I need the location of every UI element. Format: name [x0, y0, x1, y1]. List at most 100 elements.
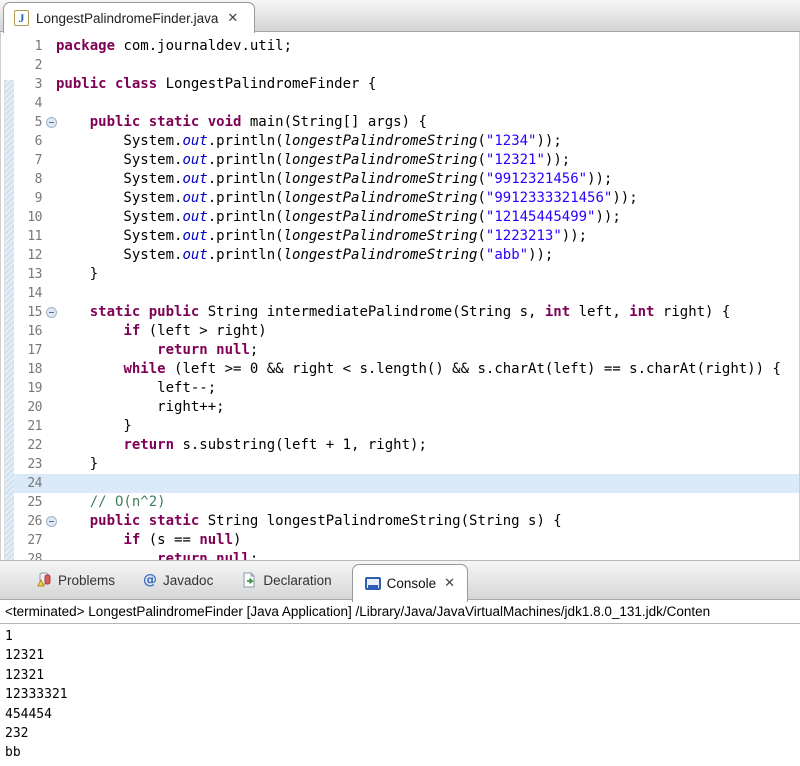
- code-line-16[interactable]: 16 if (left > right): [1, 322, 799, 341]
- code-line-6[interactable]: 6 System.out.println(longestPalindromeSt…: [1, 132, 799, 151]
- code-line-23[interactable]: 23 }: [1, 455, 799, 474]
- problems-icon: [36, 572, 52, 588]
- fold-column: [46, 208, 60, 227]
- fold-collapse-icon[interactable]: [46, 117, 57, 128]
- fold-collapse-icon[interactable]: [46, 516, 57, 527]
- code-line-14[interactable]: 14: [1, 284, 799, 303]
- editor-tab-bar: J LongestPalindromeFinder.java ✕: [0, 0, 800, 32]
- fold-column: [46, 113, 60, 132]
- fold-column: [46, 303, 60, 322]
- close-icon[interactable]: ✕: [227, 12, 238, 25]
- fold-column: [46, 37, 60, 56]
- code-text: }: [56, 417, 799, 436]
- code-text: }: [56, 455, 799, 474]
- code-line-4[interactable]: 4: [1, 94, 799, 113]
- code-text: left--;: [56, 379, 799, 398]
- fold-column: [46, 56, 60, 75]
- code-line-25[interactable]: 25 // O(n^2): [1, 493, 799, 512]
- code-line-12[interactable]: 12 System.out.println(longestPalindromeS…: [1, 246, 799, 265]
- code-text: public static void main(String[] args) {: [56, 113, 799, 132]
- line-number: 25: [1, 493, 42, 512]
- code-text: return s.substring(left + 1, right);: [56, 436, 799, 455]
- console-output-line: 1: [5, 627, 795, 646]
- fold-column: [46, 531, 60, 550]
- java-file-icon: J: [14, 10, 29, 26]
- line-number: 6: [1, 132, 42, 151]
- code-line-8[interactable]: 8 System.out.println(longestPalindromeSt…: [1, 170, 799, 189]
- code-line-17[interactable]: 17 return null;: [1, 341, 799, 360]
- code-line-2[interactable]: 2: [1, 56, 799, 75]
- line-number: 17: [1, 341, 42, 360]
- tab-declaration-label: Declaration: [263, 573, 331, 588]
- code-line-7[interactable]: 7 System.out.println(longestPalindromeSt…: [1, 151, 799, 170]
- fold-column: [46, 341, 60, 360]
- fold-column: [46, 493, 60, 512]
- line-number: 3: [1, 75, 42, 94]
- fold-column: [46, 550, 60, 560]
- line-number: 11: [1, 227, 42, 246]
- code-line-24[interactable]: 24: [1, 474, 799, 493]
- line-number: 18: [1, 360, 42, 379]
- code-line-20[interactable]: 20 right++;: [1, 398, 799, 417]
- line-number: 19: [1, 379, 42, 398]
- tab-problems-label: Problems: [58, 573, 115, 588]
- code-text: System.out.println(longestPalindromeStri…: [56, 170, 799, 189]
- line-number: 1: [1, 37, 42, 56]
- tab-declaration[interactable]: Declaration: [227, 561, 345, 599]
- line-number: 27: [1, 531, 42, 550]
- code-line-19[interactable]: 19 left--;: [1, 379, 799, 398]
- fold-column: [46, 227, 60, 246]
- fold-column: [46, 474, 60, 493]
- fold-column: [46, 246, 60, 265]
- tab-javadoc[interactable]: @ Javadoc: [129, 561, 227, 599]
- fold-column: [46, 398, 60, 417]
- code-line-1[interactable]: 1 package com.journaldev.util;: [1, 37, 799, 56]
- close-icon[interactable]: ✕: [444, 577, 455, 590]
- code-line-22[interactable]: 22 return s.substring(left + 1, right);: [1, 436, 799, 455]
- line-number: 24: [1, 474, 42, 493]
- line-number: 16: [1, 322, 42, 341]
- console-output-line: 12321: [5, 666, 795, 685]
- line-number: 20: [1, 398, 42, 417]
- code-line-3[interactable]: 3public class LongestPalindromeFinder {: [1, 75, 799, 94]
- code-text: package com.journaldev.util;: [56, 37, 799, 56]
- console-output-line: 12333321: [5, 685, 795, 704]
- code-text: System.out.println(longestPalindromeStri…: [56, 132, 799, 151]
- console-output-line: 232: [5, 724, 795, 743]
- code-line-21[interactable]: 21 }: [1, 417, 799, 436]
- code-line-26[interactable]: 26 public static String longestPalindrom…: [1, 512, 799, 531]
- code-line-10[interactable]: 10 System.out.println(longestPalindromeS…: [1, 208, 799, 227]
- line-number: 21: [1, 417, 42, 436]
- line-number: 9: [1, 189, 42, 208]
- code-line-15[interactable]: 15 static public String intermediatePali…: [1, 303, 799, 322]
- fold-column: [46, 322, 60, 341]
- fold-column: [46, 417, 60, 436]
- code-line-11[interactable]: 11 System.out.println(longestPalindromeS…: [1, 227, 799, 246]
- code-line-27[interactable]: 27 if (s == null): [1, 531, 799, 550]
- code-text: System.out.println(longestPalindromeStri…: [56, 246, 799, 265]
- fold-column: [46, 94, 60, 113]
- code-editor[interactable]: 1 package com.journaldev.util;23public cl…: [0, 32, 800, 560]
- fold-column: [46, 284, 60, 303]
- code-text: // O(n^2): [56, 493, 799, 512]
- console-output[interactable]: 1123211232112333321454454232bb: [0, 624, 800, 766]
- console-output-line: 12321: [5, 646, 795, 665]
- code-line-18[interactable]: 18 while (left >= 0 && right < s.length(…: [1, 360, 799, 379]
- line-number: 15: [1, 303, 42, 322]
- console-view: <terminated> LongestPalindromeFinder [Ja…: [0, 601, 800, 762]
- fold-collapse-icon[interactable]: [46, 307, 57, 318]
- code-line-5[interactable]: 5 public static void main(String[] args)…: [1, 113, 799, 132]
- fold-column: [46, 379, 60, 398]
- code-text: while (left >= 0 && right < s.length() &…: [56, 360, 799, 379]
- code-line-28[interactable]: 28 return null;: [1, 550, 799, 560]
- code-line-9[interactable]: 9 System.out.println(longestPalindromeSt…: [1, 189, 799, 208]
- fold-column: [46, 132, 60, 151]
- code-text: }: [56, 265, 799, 284]
- tab-console[interactable]: Console ✕: [352, 564, 468, 602]
- editor-tab-longestpalindromefinder[interactable]: J LongestPalindromeFinder.java ✕: [3, 2, 255, 33]
- code-text: return null;: [56, 341, 799, 360]
- code-text: System.out.println(longestPalindromeStri…: [56, 208, 799, 227]
- code-line-13[interactable]: 13 }: [1, 265, 799, 284]
- tab-problems[interactable]: Problems: [22, 561, 129, 599]
- fold-column: [46, 265, 60, 284]
